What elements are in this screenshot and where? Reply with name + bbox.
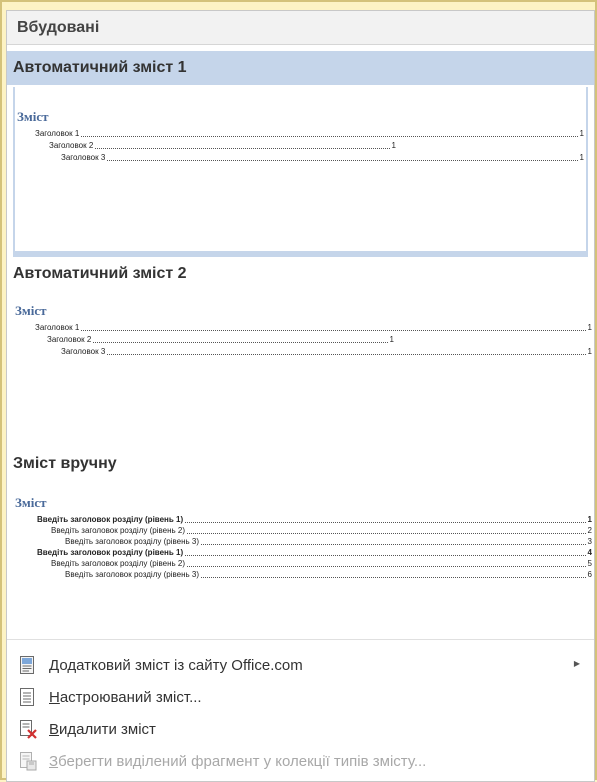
gallery-item-automatic-toc-2[interactable]: Автоматичний зміст 2 Зміст Заголовок 1 1… <box>7 261 594 441</box>
toc-preview-entry: Заголовок 3 1 <box>61 347 592 357</box>
command-label: Видалити зміст <box>49 721 156 738</box>
gallery-item-title: Автоматичний зміст 2 <box>13 265 187 282</box>
toc-preview-entry: Заголовок 1 1 <box>35 323 592 333</box>
save-selection-to-toc-gallery-command[interactable]: Зберегти виділений фрагмент у колекції т… <box>7 747 594 775</box>
table-of-contents-menu: Вбудовані Автоматичний зміст 1 Зміст Заг… <box>6 10 595 782</box>
more-toc-office-com-command[interactable]: Додатковий зміст із сайту Office.com ▶ <box>7 651 594 679</box>
toc-preview-heading: Зміст <box>15 495 47 510</box>
section-header-built-in: Вбудовані <box>7 11 594 45</box>
gallery-item-title-bar: Автоматичний зміст 1 <box>7 51 594 85</box>
toc-preview-entry: Введіть заголовок розділу (рівень 3) 3 <box>65 537 592 547</box>
toc-preview-heading: Зміст <box>15 303 47 318</box>
toc-preview-heading: Зміст <box>17 109 49 124</box>
document-list-icon <box>19 687 37 707</box>
window-frame: Вбудовані Автоматичний зміст 1 Зміст Заг… <box>0 0 597 782</box>
command-label: Додатковий зміст із сайту Office.com <box>49 657 303 674</box>
toc-preview-entry: Заголовок 2 1 <box>47 335 394 345</box>
toc-preview-entry: Заголовок 2 1 <box>49 141 396 151</box>
toc-preview-entry: Введіть заголовок розділу (рівень 1) 1 <box>37 515 592 525</box>
document-save-icon <box>19 751 37 771</box>
submenu-arrow-icon: ▶ <box>573 659 580 668</box>
gallery-item-title: Автоматичний зміст 1 <box>13 59 187 76</box>
toc-preview: Зміст Заголовок 1 1 Заголовок 2 1 Заголо… <box>13 87 588 257</box>
gallery-item-automatic-toc-1[interactable]: Автоматичний зміст 1 Зміст Заголовок 1 1… <box>7 51 594 261</box>
document-delete-icon <box>19 719 37 739</box>
remove-toc-command[interactable]: Видалити зміст <box>7 715 594 743</box>
section-header-label: Вбудовані <box>17 19 100 36</box>
toc-preview-entry: Введіть заголовок розділу (рівень 2) 2 <box>51 526 592 536</box>
toc-preview-entry: Заголовок 1 1 <box>35 129 584 139</box>
menu-separator <box>7 639 594 640</box>
command-label: Настроюваний зміст... <box>49 689 202 706</box>
toc-preview-entry: Введіть заголовок розділу (рівень 3) 6 <box>65 570 592 580</box>
custom-toc-command[interactable]: Настроюваний зміст... <box>7 683 594 711</box>
toc-preview-entry: Заголовок 3 1 <box>61 153 584 163</box>
gallery-item-title: Зміст вручну <box>13 455 117 472</box>
command-label: Зберегти виділений фрагмент у колекції т… <box>49 753 427 770</box>
toc-preview-entry: Введіть заголовок розділу (рівень 1) 4 <box>37 548 592 558</box>
toc-preview-entry: Введіть заголовок розділу (рівень 2) 5 <box>51 559 592 569</box>
gallery-item-manual-toc[interactable]: Зміст вручну Зміст Введіть заголовок роз… <box>7 447 594 637</box>
document-web-icon <box>19 655 37 675</box>
